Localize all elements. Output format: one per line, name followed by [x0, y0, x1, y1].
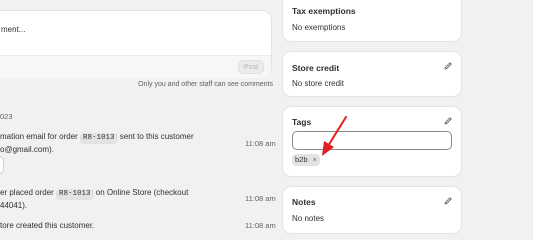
- order-link[interactable]: R8-1013: [80, 133, 118, 144]
- event-text: sent to this customer: [119, 132, 194, 141]
- store-credit-card: Store credit No store credit: [282, 51, 462, 97]
- order-link[interactable]: R8-1013: [56, 189, 94, 200]
- timeline-event-1-line2: o@gmail.com).: [0, 145, 54, 154]
- comment-box[interactable]: ment... Post: [0, 10, 272, 78]
- card-value: No exemptions: [292, 23, 346, 32]
- resend-email-button[interactable]: [0, 156, 4, 174]
- event-time: 11:08 am: [245, 139, 276, 148]
- staff-comment-note: Only you and other staff can see comment…: [138, 81, 273, 88]
- event-text: mation email for order: [0, 132, 78, 141]
- event-text: er placed order: [0, 188, 54, 197]
- notes-card: Notes No notes: [282, 186, 462, 234]
- card-value: No notes: [292, 214, 325, 223]
- timeline-event-3-line1: tore created this customer.: [0, 221, 95, 230]
- post-button[interactable]: Post: [238, 60, 264, 74]
- event-time: 11:08 am: [245, 221, 276, 230]
- pencil-icon[interactable]: [443, 61, 453, 71]
- timeline-event-1-line1: mation email for order R8-1013 sent to t…: [0, 132, 194, 144]
- comment-toolbar: Post: [0, 55, 271, 78]
- tag-chip: b2b ×: [292, 154, 320, 166]
- tag-label: b2b: [295, 155, 308, 164]
- close-icon[interactable]: ×: [313, 155, 317, 167]
- timeline-event-2-line2: 44041).: [0, 201, 28, 210]
- timeline-event-2-line1: er placed order R8-1013 on Online Store …: [0, 188, 188, 200]
- card-title: Store credit: [292, 63, 340, 73]
- card-title: Notes: [292, 197, 316, 207]
- pencil-icon[interactable]: [443, 196, 453, 206]
- event-time: 11:08 am: [245, 194, 276, 203]
- card-title: Tags: [292, 117, 312, 127]
- tags-input[interactable]: [292, 131, 452, 150]
- pencil-icon[interactable]: [443, 116, 453, 126]
- card-value: No store credit: [292, 79, 345, 88]
- tags-card: Tags b2b ×: [282, 106, 462, 177]
- timeline-date: 023: [0, 112, 13, 121]
- comment-input[interactable]: ment...: [1, 25, 25, 34]
- tax-exemptions-card: Tax exemptions No exemptions: [282, 0, 462, 42]
- card-title: Tax exemptions: [292, 6, 356, 16]
- event-text: on Online Store (checkout: [95, 188, 189, 197]
